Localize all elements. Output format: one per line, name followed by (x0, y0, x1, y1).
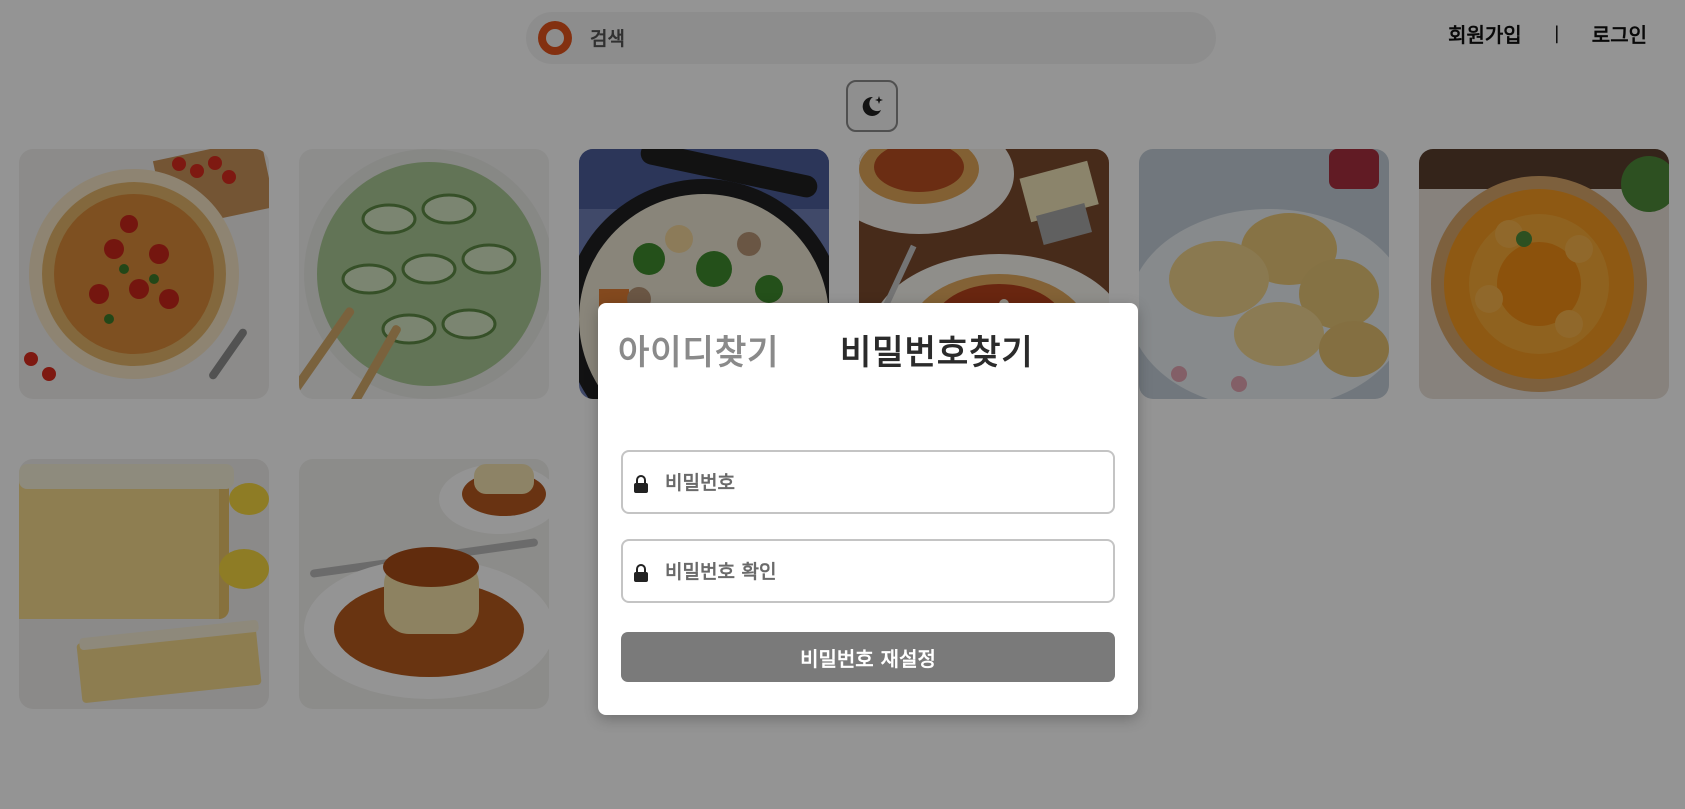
password-input[interactable] (663, 464, 1107, 502)
lock-icon (634, 475, 648, 493)
lock-icon (634, 564, 648, 582)
password-confirm-field[interactable] (621, 539, 1115, 603)
tab-find-password[interactable]: 비밀번호찾기 (840, 325, 1034, 374)
find-account-modal: 아이디찾기 비밀번호찾기 비밀번호 재설정 (598, 303, 1138, 715)
reset-password-button[interactable]: 비밀번호 재설정 (621, 632, 1115, 682)
page: 회원가입 | 로그인 (0, 0, 1685, 809)
tab-find-id[interactable]: 아이디찾기 (618, 325, 779, 374)
password-confirm-input[interactable] (663, 553, 1107, 591)
password-field[interactable] (621, 450, 1115, 514)
